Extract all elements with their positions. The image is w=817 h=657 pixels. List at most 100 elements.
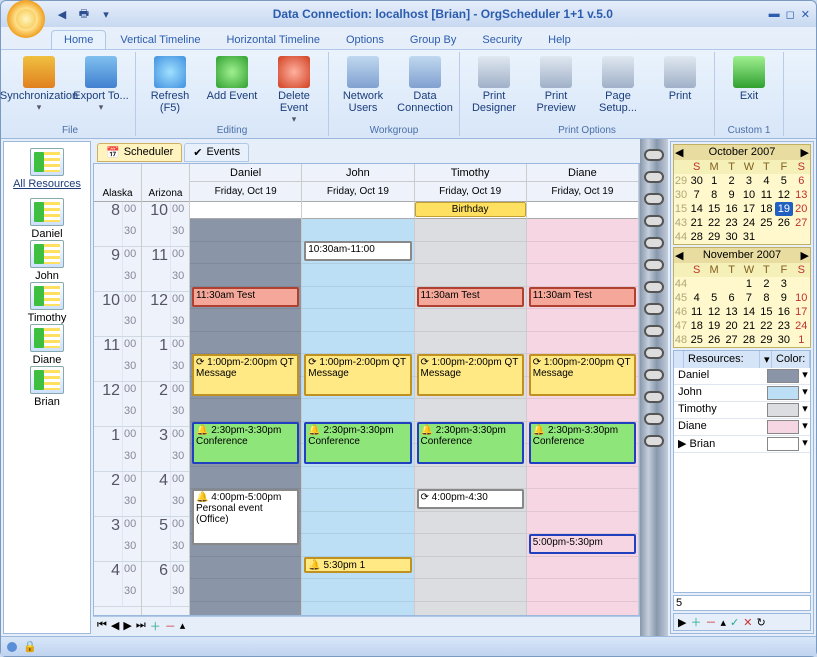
color-dropdown-icon[interactable]: ▾	[800, 436, 810, 452]
cal-day[interactable]: 28	[740, 333, 757, 347]
cal-day[interactable]: 26	[775, 216, 792, 230]
event[interactable]: 5:00pm-5:30pm	[529, 534, 636, 554]
cal-day[interactable]: 47	[674, 319, 688, 333]
resource-row[interactable]: John▾	[674, 385, 810, 402]
cal-day[interactable]: 11	[688, 305, 705, 319]
cal-day[interactable]: 21	[688, 216, 705, 230]
page-setup-button[interactable]: Page Setup...	[588, 54, 648, 122]
cal-day[interactable]: 22	[758, 319, 775, 333]
cal-day[interactable]: 24	[740, 216, 757, 230]
cal-day[interactable]: 45	[674, 291, 688, 305]
all-resources[interactable]: All Resources	[13, 148, 81, 190]
cal-prev-icon[interactable]: ◀	[675, 249, 683, 262]
cal-day[interactable]: 21	[740, 319, 757, 333]
cal-day[interactable]: 17	[740, 202, 757, 216]
menu-tab-help[interactable]: Help	[536, 31, 583, 49]
view-tab-scheduler[interactable]: 📅Scheduler	[97, 143, 182, 162]
cal-day[interactable]: 30	[723, 230, 740, 244]
event[interactable]: 🔔 2:30pm-3:30pm Conference	[529, 422, 636, 464]
cal-day[interactable]: 9	[723, 188, 740, 202]
allday-event[interactable]: Birthday	[415, 202, 526, 217]
dropdown-icon[interactable]: ▾	[99, 102, 104, 113]
event[interactable]: 🔔 2:30pm-3:30pm Conference	[192, 422, 299, 464]
menu-tab-home[interactable]: Home	[51, 30, 106, 49]
add-icon[interactable]: ＋	[690, 614, 701, 630]
cal-day[interactable]: 17	[793, 305, 810, 319]
cal-day[interactable]: 19	[775, 202, 792, 216]
cal-day[interactable]: 27	[723, 333, 740, 347]
back-icon[interactable]: ◀	[53, 5, 71, 23]
color-dropdown-icon[interactable]: ▾	[800, 385, 810, 401]
cal-day[interactable]: 24	[793, 319, 810, 333]
cal-prev-icon[interactable]: ◀	[675, 146, 683, 159]
cal-day[interactable]: 19	[705, 319, 722, 333]
close-icon[interactable]: ✕	[801, 8, 810, 21]
event[interactable]: 11:30am Test	[192, 287, 299, 307]
synchronization-button[interactable]: Synchronization▾	[9, 54, 69, 122]
resource-diane[interactable]: Diane	[28, 324, 67, 366]
cal-day[interactable]: 14	[740, 305, 757, 319]
refresh-button[interactable]: Refresh (F5)	[140, 54, 200, 127]
resource-john[interactable]: John	[28, 240, 67, 282]
cal-day[interactable]: 13	[723, 305, 740, 319]
resource-timothy[interactable]: Timothy	[28, 282, 67, 324]
cal-day[interactable]: 28	[688, 230, 705, 244]
cal-day[interactable]: 15	[758, 305, 775, 319]
color-dropdown-icon[interactable]: ▾	[800, 368, 810, 384]
cal-day[interactable]: 26	[705, 333, 722, 347]
cal-day[interactable]: 23	[775, 319, 792, 333]
cal-day[interactable]: 44	[674, 230, 688, 244]
remove-icon[interactable]: －	[165, 618, 176, 634]
cal-day[interactable]: 3	[740, 174, 757, 188]
event[interactable]: ⟳ 1:00pm-2:00pm QT Message	[192, 354, 299, 396]
event[interactable]: 🔔 2:30pm-3:30pm Conference	[417, 422, 524, 464]
day-column-diane[interactable]: DianeFriday, Oct 1911:30am Test⟳ 1:00pm-…	[527, 164, 639, 615]
event[interactable]: ⟳ 1:00pm-2:00pm QT Message	[529, 354, 636, 396]
cal-day[interactable]	[775, 230, 792, 244]
cal-day[interactable]: 10	[793, 291, 810, 305]
cal-day[interactable]: 13	[793, 188, 810, 202]
cancel-icon[interactable]: ✕	[743, 616, 752, 629]
cal-day[interactable]: 29	[674, 174, 688, 188]
add-icon[interactable]: ＋	[150, 618, 161, 634]
cal-day[interactable]: 43	[674, 216, 688, 230]
menu-tab-security[interactable]: Security	[470, 31, 534, 49]
delete-event-button[interactable]: Delete Event▾	[264, 54, 324, 127]
mini-calendar-oct[interactable]: ◀October 2007▶SMTWTFS2930123456307891011…	[673, 144, 811, 245]
event[interactable]: ⟳ 1:00pm-2:00pm QT Message	[417, 354, 524, 396]
cal-day[interactable]: 20	[793, 202, 810, 216]
cal-day[interactable]: 9	[775, 291, 792, 305]
data-connection-button[interactable]: Data Connection	[395, 54, 455, 122]
last-icon[interactable]: ⏭	[136, 619, 146, 632]
cal-day[interactable]: 6	[793, 174, 810, 188]
event[interactable]: ⟳ 4:00pm-4:30	[417, 489, 524, 509]
prev-icon[interactable]: ◀	[111, 619, 119, 632]
cal-day[interactable]: 27	[793, 216, 810, 230]
cal-day[interactable]: 22	[705, 216, 722, 230]
print-icon[interactable]: 🖶	[75, 5, 93, 23]
cal-day[interactable]: 2	[758, 277, 775, 291]
check-icon[interactable]: ✓	[730, 616, 739, 629]
cal-day[interactable]	[705, 277, 722, 291]
menu-tab-group-by[interactable]: Group By	[398, 31, 468, 49]
cal-day[interactable]: 18	[688, 319, 705, 333]
cal-day[interactable]: 46	[674, 305, 688, 319]
cal-day[interactable]: 4	[688, 291, 705, 305]
cal-day[interactable]: 48	[674, 333, 688, 347]
cal-day[interactable]: 31	[740, 230, 757, 244]
cal-day[interactable]: 25	[688, 333, 705, 347]
color-swatch[interactable]	[767, 403, 799, 417]
cal-day[interactable]: 30	[688, 174, 705, 188]
print-button[interactable]: Print	[650, 54, 710, 122]
cal-day[interactable]: 8	[705, 188, 722, 202]
next-icon[interactable]: ▶	[678, 616, 686, 629]
cal-day[interactable]	[688, 277, 705, 291]
cal-next-icon[interactable]: ▶	[801, 146, 809, 159]
cal-day[interactable]: 11	[758, 188, 775, 202]
color-swatch[interactable]	[767, 369, 799, 383]
cal-day[interactable]: 6	[723, 291, 740, 305]
cal-day[interactable]: 29	[705, 230, 722, 244]
color-dropdown-icon[interactable]: ▾	[800, 419, 810, 435]
cal-day[interactable]: 7	[740, 291, 757, 305]
remove-icon[interactable]: －	[705, 614, 716, 630]
